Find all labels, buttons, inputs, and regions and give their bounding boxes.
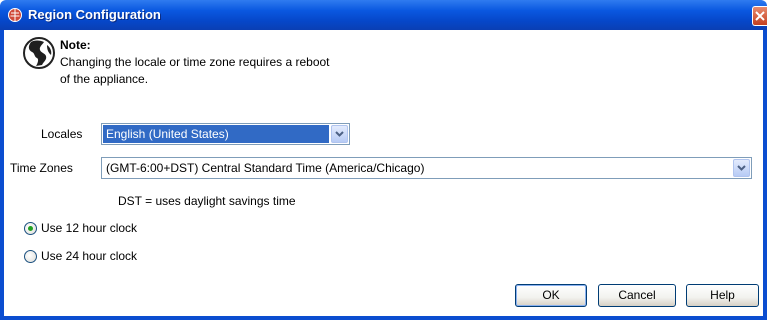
window-frame-right [763,30,767,320]
locales-dropdown-button[interactable] [331,125,348,143]
label-12-hour-clock[interactable]: Use 12 hour clock [41,221,137,235]
window-frame-bottom [0,316,767,320]
locales-value: English (United States) [106,127,229,141]
window-title: Region Configuration [28,7,161,22]
time-zones-dropdown[interactable]: (GMT-6:00+DST) Central Standard Time (Am… [101,157,752,179]
time-zones-label: Time Zones [10,161,73,175]
label-24-hour-clock[interactable]: Use 24 hour clock [41,249,137,263]
locales-dropdown[interactable]: English (United States) [101,123,350,145]
chevron-down-icon [335,131,344,137]
dst-note: DST = uses daylight savings time [118,194,296,208]
locales-label: Locales [41,127,83,141]
help-button[interactable]: Help [686,284,759,307]
chevron-down-icon [737,165,746,171]
note-line-2: of the appliance. [60,72,149,86]
cancel-button[interactable]: Cancel [598,284,676,307]
radio-24-hour-clock[interactable] [24,250,37,263]
close-button[interactable] [752,6,767,26]
radio-12-hour-clock[interactable] [24,222,37,235]
title-bar[interactable]: Region Configuration [0,0,767,30]
note-line-1: Changing the locale or time zone require… [60,55,330,69]
close-icon [755,11,765,21]
note-title: Note: [60,38,91,52]
globe-icon [22,36,56,70]
app-icon [7,7,23,23]
ok-button[interactable]: OK [515,284,587,307]
time-zones-dropdown-button[interactable] [733,159,750,177]
time-zones-value: (GMT-6:00+DST) Central Standard Time (Am… [106,161,425,175]
region-configuration-dialog: Region Configuration Note: Changing the … [0,0,767,320]
